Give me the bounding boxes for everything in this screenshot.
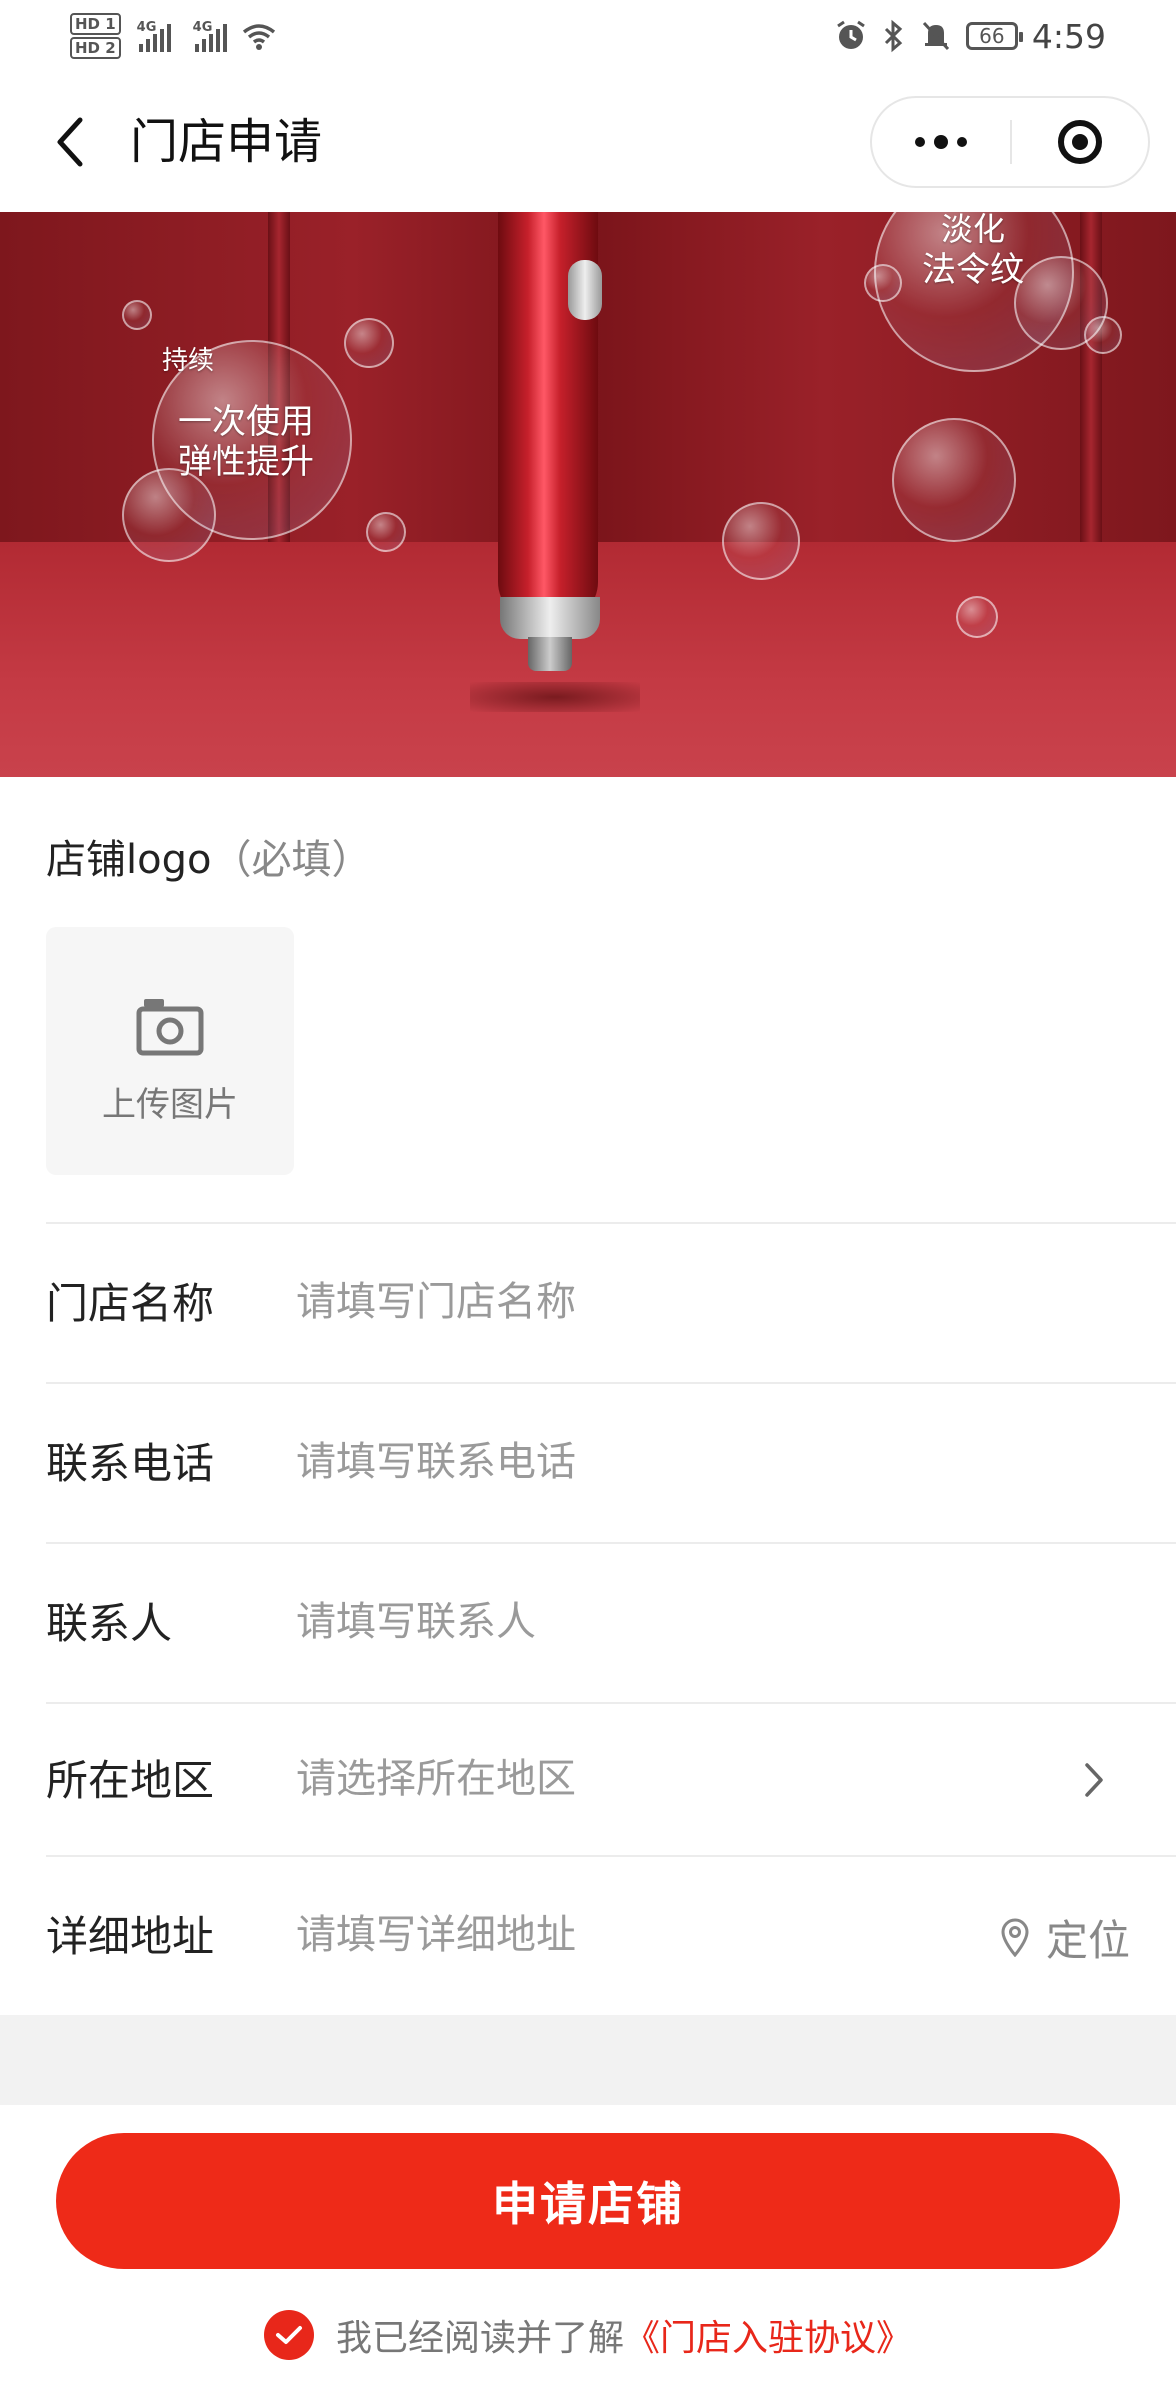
battery-level: 66	[979, 24, 1005, 48]
alarm-icon	[837, 20, 865, 49]
page-title: 门店申请	[130, 114, 323, 170]
sim2-label: HD 2	[70, 37, 121, 59]
bubble-graphic	[722, 502, 800, 580]
more-dots-icon	[915, 135, 967, 149]
back-button[interactable]	[40, 112, 100, 172]
bubble-graphic	[1084, 316, 1122, 354]
agreement-text: 我已经阅读并了解	[335, 2318, 624, 2359]
agreement-row: 我已经阅读并了解《门店入驻协议》	[0, 2305, 1176, 2365]
wifi-icon	[242, 24, 275, 50]
form-row-address: 详细地址 定位	[46, 1855, 1176, 2015]
device-button-graphic	[568, 260, 602, 320]
region-label: 所在地区	[46, 1756, 215, 1805]
upload-image-label: 上传图片	[102, 1085, 238, 1125]
agreement-link[interactable]: 《门店入驻协议》	[624, 2318, 912, 2359]
bubble-graphic	[864, 264, 902, 302]
locate-label: 定位	[1045, 1915, 1130, 1965]
status-left: HD 1 HD 2 4G 4G	[70, 8, 277, 64]
region-select[interactable]	[296, 1704, 1016, 1854]
checkmark-icon	[275, 2326, 302, 2344]
bubble-graphic	[892, 418, 1016, 542]
bubble-graphic	[956, 596, 998, 638]
form-row-phone: 联系电话	[46, 1382, 1176, 1542]
close-button[interactable]	[1012, 98, 1148, 186]
signal-icon: 4G	[136, 20, 175, 52]
apply-store-button[interactable]: 申请店铺	[56, 2133, 1120, 2269]
mute-icon	[922, 21, 949, 51]
store-name-input[interactable]	[296, 1224, 1016, 1380]
agreement-checkbox[interactable]	[263, 2310, 314, 2360]
chevron-right-icon	[1085, 1763, 1103, 1797]
device-shadow	[470, 682, 640, 712]
status-time: 4:59	[1031, 16, 1106, 56]
form-row-contact: 联系人	[46, 1542, 1176, 1702]
form-row-region[interactable]: 所在地区	[46, 1702, 1176, 1855]
locate-button[interactable]: 定位	[1000, 1857, 1130, 2017]
status-bar: HD 1 HD 2 4G 4G 66 4:59	[0, 0, 1176, 72]
form-row-store-name: 门店名称	[46, 1222, 1176, 1382]
bubble-graphic	[344, 318, 394, 368]
section-divider	[0, 2015, 1176, 2105]
device-tip-graphic	[528, 637, 572, 671]
nav-bar: 门店申请	[0, 72, 1176, 213]
sim-indicators: HD 1 HD 2	[70, 13, 121, 59]
upload-image-button[interactable]: 上传图片	[46, 927, 294, 1175]
bluetooth-icon	[884, 19, 903, 53]
bubble-graphic	[366, 512, 406, 552]
region-chevron[interactable]	[1074, 1758, 1114, 1802]
phone-label: 联系电话	[46, 1439, 215, 1488]
bubble-graphic	[122, 300, 152, 330]
agreement-sentence: 我已经阅读并了解《门店入驻协议》	[336, 2309, 912, 2361]
mini-program-capsule	[870, 96, 1150, 188]
chevron-left-icon	[57, 117, 83, 167]
contact-input[interactable]	[296, 1544, 1016, 1700]
status-right: 66 4:59	[834, 10, 1106, 62]
promo-banner: 持续 一次使用 弹性提升 淡化 法令纹	[0, 212, 1176, 777]
camera-icon	[136, 999, 204, 1056]
device-base-graphic	[500, 597, 600, 639]
store-name-label: 门店名称	[46, 1279, 215, 1328]
bubble-graphic	[122, 468, 216, 562]
bubble1-title: 持续	[162, 346, 215, 376]
signal-icon-2: 4G	[192, 20, 231, 52]
more-button[interactable]	[872, 98, 1010, 186]
phone-input[interactable]	[296, 1384, 1016, 1540]
battery-icon: 66	[965, 22, 1023, 50]
target-icon	[1058, 120, 1102, 164]
location-pin-icon	[1001, 1918, 1029, 1957]
network1-label: 4G	[136, 20, 157, 35]
address-input[interactable]	[296, 1857, 976, 2013]
logo-label-text: 店铺logo	[46, 837, 212, 883]
address-label: 详细地址	[46, 1912, 215, 1961]
network2-label: 4G	[192, 20, 213, 35]
contact-label: 联系人	[46, 1599, 173, 1648]
logo-required-hint: （必填）	[211, 837, 372, 883]
sim1-label: HD 1	[70, 13, 121, 35]
logo-label: 店铺logo（必填）	[46, 827, 371, 885]
